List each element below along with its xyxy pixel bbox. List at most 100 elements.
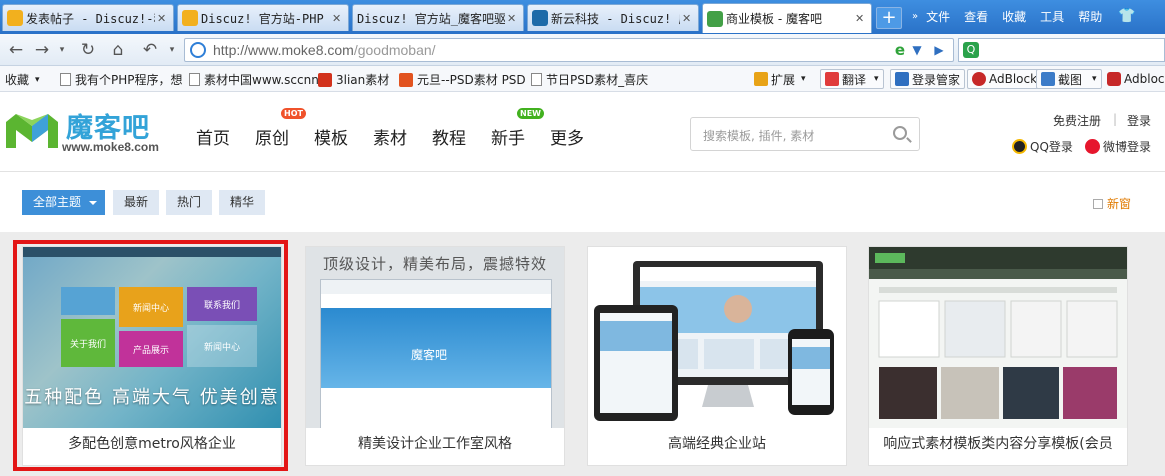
weibo-login-link[interactable]: 微博登录	[1085, 138, 1151, 155]
all-topics-dropdown[interactable]: 全部主题	[22, 190, 106, 215]
new-badge: NEW	[517, 108, 544, 119]
close-icon[interactable]: ✕	[682, 12, 694, 25]
go-icon[interactable]: ▶	[929, 40, 949, 60]
browser-tab[interactable]: 发表帖子 - Discuz!-移 ✕	[2, 4, 174, 31]
undo-dropdown-icon[interactable]: ▾	[162, 40, 182, 60]
logo-icon[interactable]	[4, 110, 60, 152]
nav-more[interactable]: 更多	[550, 124, 584, 149]
bookmark-favorites[interactable]: 收藏 ▾	[5, 71, 40, 88]
template-title[interactable]: 精美设计企业工作室风格	[306, 433, 564, 453]
tab-title: 新云科技 - Discuz! 应	[551, 11, 680, 26]
register-link[interactable]: 免费注册	[1053, 112, 1101, 129]
nav-label: 更多	[550, 129, 584, 149]
thumbnail-nav-bar	[321, 280, 551, 294]
translate-button[interactable]: 翻译 ▾	[820, 69, 884, 89]
qq-login-link[interactable]: QQ登录	[1012, 138, 1073, 155]
bookmark-label: 3lian素材	[336, 73, 390, 87]
home-icon[interactable]: ⌂	[108, 40, 128, 60]
template-thumbnail[interactable]	[869, 247, 1127, 428]
tab-favicon-icon	[182, 10, 198, 26]
weibo-login-label: 微博登录	[1103, 140, 1152, 154]
nav-original[interactable]: 原创 HOT	[255, 108, 306, 149]
qq-icon	[1012, 139, 1027, 154]
moke8-favicon-icon	[707, 10, 723, 27]
search-icon[interactable]	[893, 126, 907, 140]
filter-featured[interactable]: 精华	[219, 190, 266, 215]
filter-popular[interactable]: 热门	[166, 190, 213, 215]
menu-file[interactable]: 文件	[926, 8, 950, 25]
url-path: /goodmoban/	[353, 42, 436, 58]
template-title[interactable]: 高端经典企业站	[588, 433, 846, 453]
bookmark-label: 元旦--PSD素材 PSD	[417, 73, 526, 87]
bookmark-item[interactable]: 3lian素材	[318, 71, 389, 88]
browser-tab[interactable]: Discuz! 官方站-PHP 开 ✕	[177, 4, 349, 31]
url-dropdown-icon[interactable]: ▼	[907, 40, 927, 60]
template-card[interactable]: 顶级设计，精美布局，震撼特效 魔客吧 精美设计企业工作室风格	[305, 246, 565, 466]
menu-arrow-icon[interactable]: »	[912, 11, 918, 22]
nav-materials[interactable]: 素材	[373, 124, 407, 149]
nav-beginners[interactable]: 新手 NEW	[491, 108, 544, 149]
nav-label: 新手	[491, 129, 525, 149]
screenshot-icon	[1041, 72, 1055, 86]
back-icon[interactable]: ←	[6, 40, 26, 60]
url-bar[interactable]: http://www.moke8.com/goodmoban/ e ▼ ▶	[184, 38, 954, 62]
new-window-checkbox[interactable]	[1093, 198, 1103, 209]
close-icon[interactable]: ✕	[157, 12, 169, 25]
site-search-input[interactable]: 搜索模板, 插件, 素材	[690, 117, 920, 151]
new-tab-button[interactable]: +	[876, 7, 902, 29]
nav-home[interactable]: 首页	[196, 124, 230, 149]
template-title[interactable]: 响应式素材模板类内容分享模板(会员	[869, 433, 1127, 453]
new-window-toggle[interactable]: 新窗	[1093, 195, 1131, 212]
browser-search-box[interactable]: Q	[958, 38, 1165, 62]
template-card[interactable]: 响应式素材模板类内容分享模板(会员	[868, 246, 1128, 466]
nav-label: 原创	[255, 129, 289, 149]
new-window-label: 新窗	[1107, 197, 1132, 211]
bookmark-item[interactable]: 素材中国www.sccnn	[189, 71, 319, 88]
page-icon	[60, 73, 71, 86]
key-icon	[895, 72, 909, 86]
selection-highlight	[13, 240, 288, 471]
login-manager-button[interactable]: 登录管家	[890, 69, 966, 89]
login-link[interactable]: 登录	[1127, 112, 1151, 129]
site-header: 魔客吧 www.moke8.com 首页 原创 HOT 模板 素材 教程 新手 NE…	[0, 92, 1165, 172]
adblock-plus-button[interactable]: Adblock	[1107, 69, 1165, 89]
menu-view[interactable]: 查看	[964, 8, 988, 25]
bookmark-item[interactable]: 我有个PHP程序，想	[60, 71, 183, 88]
globe-icon	[190, 42, 206, 58]
bookmark-item[interactable]: 元旦--PSD素材 PSD	[399, 71, 526, 88]
all-topics-label: 全部主题	[33, 195, 82, 209]
undo-icon[interactable]: ↶	[140, 40, 160, 60]
close-icon[interactable]: ✕	[855, 12, 867, 25]
nav-tutorials[interactable]: 教程	[432, 124, 466, 149]
menu-help[interactable]: 帮助	[1078, 8, 1102, 25]
close-icon[interactable]: ✕	[507, 12, 519, 25]
filter-latest[interactable]: 最新	[113, 190, 160, 215]
refresh-icon[interactable]: ↻	[78, 40, 98, 60]
nav-templates[interactable]: 模板	[314, 124, 348, 149]
adblock-button[interactable]: AdBlock	[967, 69, 1043, 89]
menu-tools[interactable]: 工具	[1040, 8, 1064, 25]
extensions-icon	[754, 72, 768, 86]
nav-label: 模板	[314, 129, 348, 149]
bookmark-item[interactable]: 节日PSD素材_喜庆	[531, 71, 648, 88]
forward-icon[interactable]: →	[32, 40, 52, 60]
browser-tab[interactable]: Discuz! 官方站_魔客吧驱 ✕	[352, 4, 524, 31]
compat-mode-icon[interactable]: e	[895, 41, 905, 59]
skin-icon[interactable]: 👕	[1118, 8, 1135, 24]
search-engine-icon[interactable]: Q	[963, 42, 979, 58]
history-dropdown-icon[interactable]: ▾	[52, 40, 72, 60]
browser-tab[interactable]: 新云科技 - Discuz! 应 ✕	[527, 4, 699, 31]
template-card[interactable]: 高端经典企业站	[587, 246, 847, 466]
devices-illustration	[594, 261, 834, 421]
close-icon[interactable]: ✕	[332, 12, 344, 25]
template-thumbnail[interactable]: 顶级设计，精美布局，震撼特效 魔客吧	[306, 247, 564, 428]
browser-tab-active[interactable]: 商业模板 - 魔客吧 ✕	[702, 3, 872, 33]
screenshot-button[interactable]: 截图 ▾	[1036, 69, 1102, 89]
nav-label: 素材	[373, 129, 407, 149]
extensions-button[interactable]: 扩展 ▾	[754, 69, 806, 89]
url-text[interactable]: http://www.moke8.com/goodmoban/	[213, 42, 436, 58]
bookmark-label: 我有个PHP程序，想	[75, 73, 183, 87]
chevron-down-icon: ▾	[35, 74, 40, 85]
template-thumbnail[interactable]	[588, 247, 846, 428]
menu-favorites[interactable]: 收藏	[1002, 8, 1026, 25]
